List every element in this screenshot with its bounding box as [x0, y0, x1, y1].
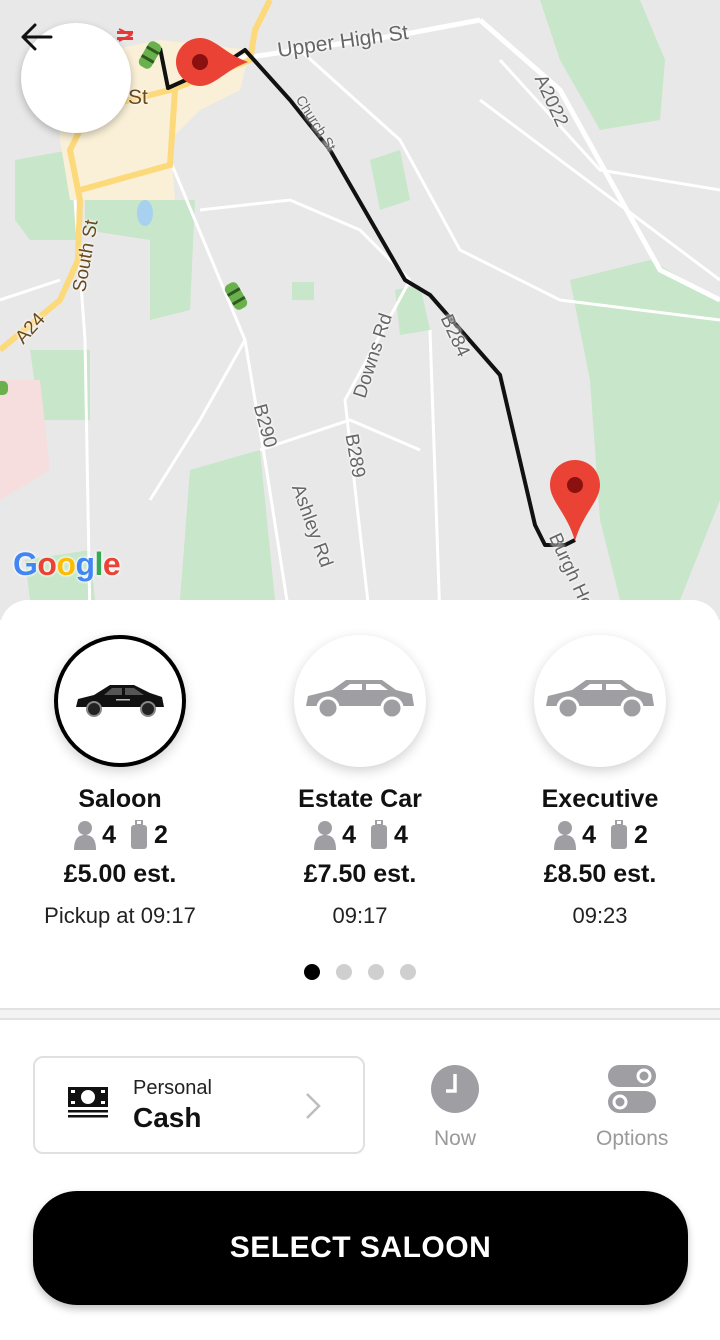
passenger-icon — [312, 820, 337, 850]
page-dot[interactable] — [400, 964, 416, 980]
luggage-icon — [130, 820, 148, 850]
passenger-icon — [72, 820, 97, 850]
vehicle-name: Estate Car — [298, 785, 422, 813]
google-letter: g — [75, 546, 95, 582]
google-letter: e — [102, 546, 121, 582]
payment-account-label: Personal — [133, 1076, 212, 1099]
page-dot[interactable] — [336, 964, 352, 980]
options-label: Options — [596, 1127, 669, 1150]
google-logo: Google — [13, 546, 121, 583]
page-dot-active[interactable] — [304, 964, 320, 980]
vehicle-capacity: 4 4 — [312, 820, 408, 850]
vehicle-option-executive[interactable]: Executive 4 2 £8.50 est. 09:23 — [480, 635, 720, 929]
section-divider — [0, 1008, 720, 1020]
chevron-right-icon — [305, 1092, 321, 1125]
luggage-count: 2 — [154, 820, 168, 849]
map-label-road: St — [128, 86, 148, 109]
pickup-time-label: Now — [433, 1127, 476, 1150]
vehicle-pickup-time: 09:23 — [572, 903, 628, 928]
vehicle-option-saloon[interactable]: Saloon 4 2 £5.00 est. Pickup at 09:17 — [0, 635, 240, 929]
luggage-count: 2 — [634, 820, 648, 849]
vehicle-name: Executive — [541, 785, 659, 813]
toggle-options-icon — [607, 1064, 657, 1119]
vehicle-price: £7.50 est. — [303, 860, 417, 888]
vehicle-capacity: 4 2 — [552, 820, 648, 850]
map-view[interactable]: Upper High St Church St A2022 St South S… — [0, 0, 720, 620]
vehicle-option-estate-car[interactable]: Estate Car 4 4 £7.50 est. 09:17 — [240, 635, 480, 929]
select-vehicle-button[interactable]: SELECT SALOON — [33, 1191, 688, 1305]
luggage-count: 4 — [394, 820, 408, 849]
vehicle-pickup-time: 09:17 — [332, 903, 388, 928]
passenger-count: 4 — [582, 820, 596, 849]
dropoff-pin-icon — [550, 460, 600, 541]
car-icon — [544, 678, 656, 725]
clock-icon — [430, 1064, 480, 1119]
vehicle-selection-sheet: Saloon 4 2 £5.00 est. Pickup at 09:17 Es… — [0, 600, 720, 1340]
vehicle-name: Saloon — [78, 785, 162, 813]
google-letter: l — [94, 546, 104, 582]
payment-method-label: Cash — [133, 1101, 202, 1133]
payment-method-selector[interactable]: Personal Cash — [33, 1056, 365, 1154]
vehicle-pickup-time: Pickup at 09:17 — [44, 903, 196, 928]
vehicle-carousel[interactable]: Saloon 4 2 £5.00 est. Pickup at 09:17 Es… — [0, 635, 720, 929]
vehicle-image-circle[interactable] — [534, 635, 666, 767]
google-letter: o — [56, 546, 76, 582]
rail-station-icon — [117, 28, 134, 42]
taxi-car-icon — [0, 381, 8, 395]
page-dot[interactable] — [368, 964, 384, 980]
google-letter: G — [13, 546, 38, 582]
vehicle-capacity: 4 2 — [72, 820, 168, 850]
saloon-car-photo-icon — [72, 679, 168, 724]
map-park — [370, 150, 410, 210]
passenger-count: 4 — [102, 820, 116, 849]
carousel-pagination — [0, 964, 720, 980]
vehicle-price: £5.00 est. — [63, 860, 177, 888]
luggage-icon — [610, 820, 628, 850]
options-button[interactable]: Options — [596, 1064, 668, 1151]
vehicle-image-circle[interactable] — [294, 635, 426, 767]
vehicle-image-circle[interactable] — [54, 635, 186, 767]
google-letter: o — [37, 546, 57, 582]
pickup-time-button[interactable]: Now — [430, 1064, 480, 1151]
car-icon — [304, 678, 416, 725]
map-park — [180, 450, 275, 600]
vehicle-price: £8.50 est. — [543, 860, 657, 888]
map-water — [137, 200, 153, 226]
passenger-count: 4 — [342, 820, 356, 849]
back-button[interactable] — [21, 23, 131, 133]
passenger-icon — [552, 820, 577, 850]
map-park — [292, 282, 314, 300]
cash-icon — [67, 1086, 109, 1125]
luggage-icon — [370, 820, 388, 850]
